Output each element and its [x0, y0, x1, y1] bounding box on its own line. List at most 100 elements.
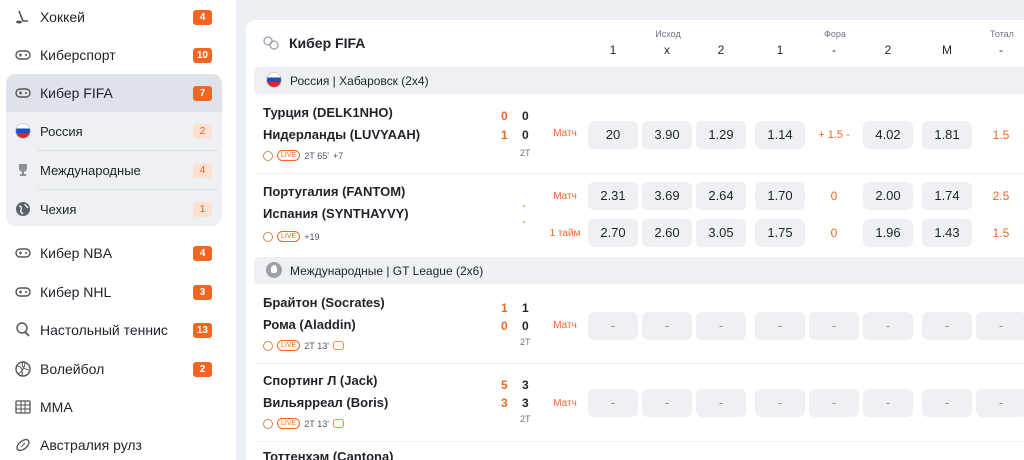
odd-button[interactable]: -: [809, 312, 859, 340]
odd-button[interactable]: 1.96: [863, 219, 913, 247]
more-markets-count[interactable]: +7: [333, 151, 343, 161]
count-badge: 4: [193, 246, 212, 261]
gamepad-icon: [15, 248, 31, 258]
sidebar-item-label: Кибер FIFA: [40, 85, 113, 101]
divider: [254, 173, 1024, 174]
odd-button[interactable]: -: [642, 389, 692, 417]
team-home[interactable]: Тоттенхэм (Cantona): [263, 449, 394, 460]
sidebar-item-table-tennis[interactable]: Настольный теннис 13: [6, 311, 222, 349]
trophy-icon: [266, 262, 282, 278]
team-home[interactable]: Брайтон (Socrates): [263, 295, 385, 310]
video-icon[interactable]: [332, 419, 344, 428]
score-total: 5: [501, 378, 508, 392]
odd-button[interactable]: -: [922, 312, 972, 340]
odd-button[interactable]: -: [755, 389, 805, 417]
odd-button[interactable]: 2.60: [642, 219, 692, 247]
sidebar-item-cyber-fifa[interactable]: Кибер FIFA 7: [6, 74, 222, 112]
gamepad-icon: [263, 36, 279, 50]
match-meta: LIVE 2Т 13': [263, 418, 344, 429]
odd-button[interactable]: 1.81: [922, 121, 972, 149]
gamepad-icon: [263, 340, 273, 351]
divider: [254, 441, 1024, 442]
table-tennis-icon: [16, 322, 30, 337]
sidebar-item-cyber-nba[interactable]: Кибер NBA 4: [6, 234, 222, 272]
odd-button[interactable]: -: [976, 389, 1024, 417]
sidebar-item-label: MMA: [40, 399, 73, 415]
team-away[interactable]: Рома (Aladdin): [263, 317, 356, 332]
odd-button[interactable]: 3.69: [642, 182, 692, 210]
odd-button[interactable]: -: [755, 312, 805, 340]
odd-button[interactable]: 2.70: [588, 219, 638, 247]
sidebar-item-hockey[interactable]: Хоккей 4: [6, 0, 222, 36]
sidebar-item-cyber-nhl[interactable]: Кибер NHL 3: [6, 273, 222, 311]
match-time: 2Т 65': [304, 150, 329, 161]
column-header: М: [942, 43, 952, 57]
odd-button[interactable]: 1.75: [755, 219, 805, 247]
group-label-total: Тотал: [990, 29, 1014, 39]
odd-button[interactable]: 20: [588, 121, 638, 149]
odd-button[interactable]: 1.74: [922, 182, 972, 210]
odd-button[interactable]: 4.02: [863, 121, 913, 149]
score-period: 3: [522, 378, 529, 392]
sidebar-subitem-international[interactable]: Международные 4: [6, 151, 222, 189]
odd-button[interactable]: -: [588, 312, 638, 340]
count-badge: 1: [193, 202, 212, 217]
league-name: Россия | Хабаровск (2х4): [290, 74, 429, 88]
sidebar-item-esports[interactable]: Киберспорт 10: [6, 36, 222, 74]
odd-button[interactable]: 1.29: [696, 121, 746, 149]
sidebar-item-mma[interactable]: MMA: [6, 388, 222, 426]
team-away[interactable]: Нидерланды (LUVYAAH): [263, 127, 420, 142]
odd-button[interactable]: -: [863, 312, 913, 340]
market-label: Матч: [553, 191, 577, 202]
odd-button[interactable]: -: [588, 389, 638, 417]
sidebar-subitem-russia[interactable]: Россия 2: [6, 112, 222, 150]
odd-button[interactable]: -: [809, 389, 859, 417]
odd-button[interactable]: -: [863, 389, 913, 417]
column-header: 1: [776, 43, 784, 57]
count-badge: 4: [193, 163, 212, 178]
column-header: х: [664, 43, 670, 57]
column-header: -: [999, 43, 1003, 57]
score-period: 0: [522, 109, 529, 123]
team-away[interactable]: Вильярреал (Boris): [263, 395, 388, 410]
odd-button[interactable]: 2.00: [863, 182, 913, 210]
sidebar-item-volleyball[interactable]: Волейбол 2: [6, 350, 222, 388]
odd-button[interactable]: 2.64: [696, 182, 746, 210]
group-label-handicap: Фора: [824, 29, 846, 39]
score-period: 1: [522, 301, 529, 315]
odd-button[interactable]: -: [976, 312, 1024, 340]
score-total: 3: [501, 396, 508, 410]
gamepad-icon: [263, 150, 273, 161]
hockey-icon: [16, 10, 28, 24]
score-period: 0: [522, 128, 529, 142]
team-home[interactable]: Турция (DELK1NHO): [263, 105, 393, 120]
odd-button[interactable]: 1.14: [755, 121, 805, 149]
odd-button[interactable]: -: [642, 312, 692, 340]
team-home[interactable]: Португалия (FANTOM): [263, 184, 405, 199]
odd-button[interactable]: 1.70: [755, 182, 805, 210]
team-home[interactable]: Спортинг Л (Jack): [263, 373, 378, 388]
odd-button[interactable]: -: [696, 312, 746, 340]
sidebar-subitem-czech[interactable]: Чехия 1: [6, 190, 222, 228]
odd-button[interactable]: 3.05: [696, 219, 746, 247]
count-badge: 4: [193, 10, 212, 25]
period-label: 2Т: [520, 337, 531, 347]
odd-button[interactable]: 2.31: [588, 182, 638, 210]
league-header[interactable]: Россия | Хабаровск (2х4): [254, 67, 1024, 94]
more-markets-count[interactable]: +19: [304, 232, 319, 242]
column-header: -: [832, 43, 836, 57]
gamepad-icon: [15, 50, 31, 60]
odd-button[interactable]: 1.43: [922, 219, 972, 247]
match-meta: LIVE 2Т 13': [263, 340, 344, 351]
odd-button[interactable]: -: [922, 389, 972, 417]
league-header[interactable]: Международные | GT League (2х6): [254, 257, 1024, 284]
sidebar-item-aussie-rules[interactable]: Австралия рулз: [6, 426, 222, 460]
odd-button[interactable]: 3.90: [642, 121, 692, 149]
handicap-value: 0: [830, 189, 838, 203]
team-away[interactable]: Испания (SYNTHAYVY): [263, 206, 409, 221]
rugby-icon: [16, 438, 30, 452]
odd-button[interactable]: -: [696, 389, 746, 417]
video-icon[interactable]: [332, 341, 344, 350]
sidebar-item-label: Международные: [40, 162, 141, 178]
column-header: 2: [717, 43, 725, 57]
